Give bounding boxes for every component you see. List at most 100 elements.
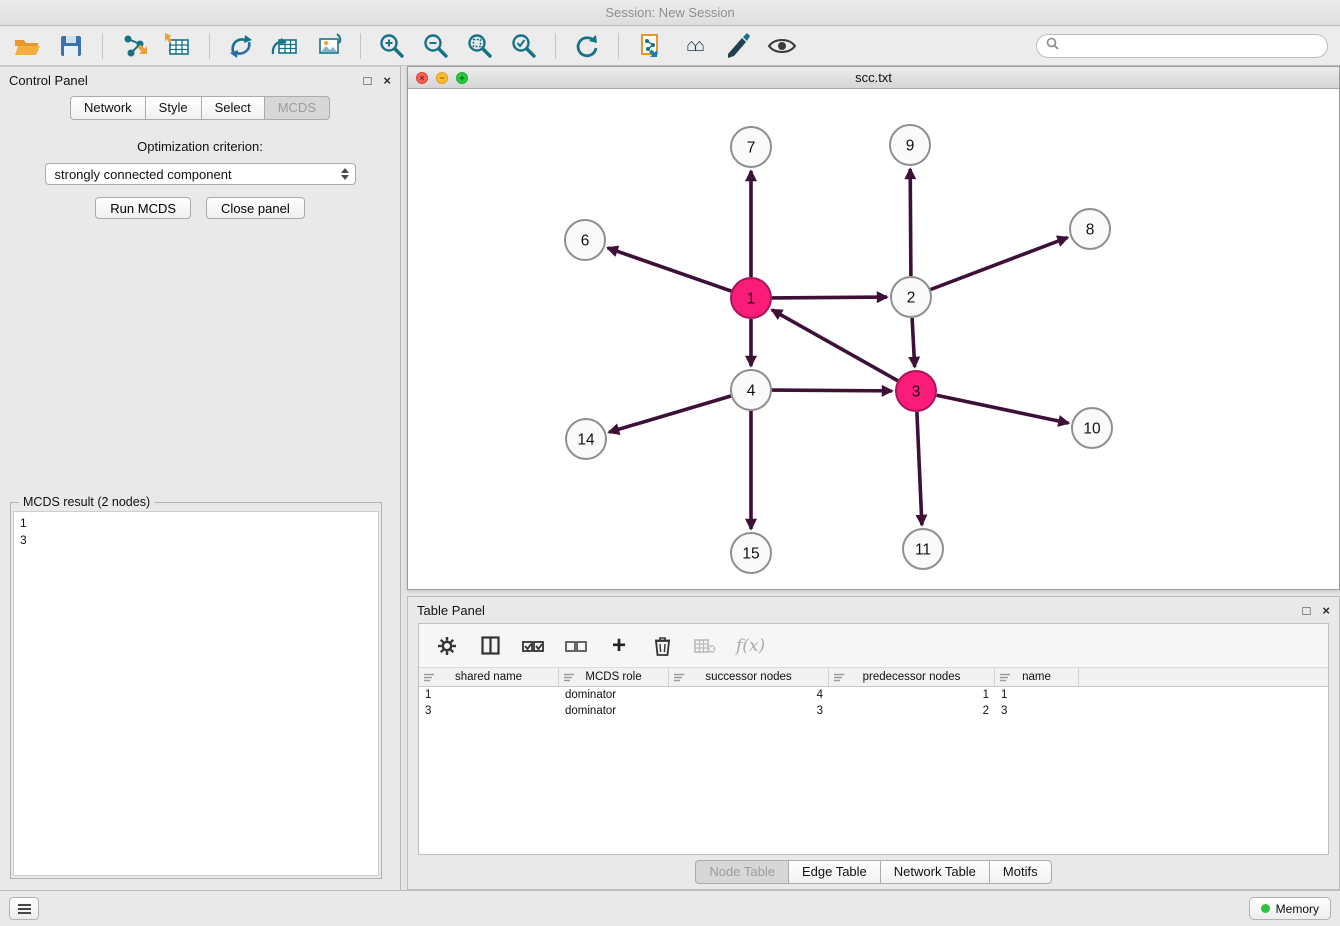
- table-body-panel: + f(x) shared nameMCDS rolesuccessor nod…: [418, 623, 1329, 855]
- network-window-title: scc.txt: [855, 70, 892, 85]
- tab-network[interactable]: Network: [70, 96, 146, 120]
- node-4[interactable]: 4: [731, 370, 771, 410]
- column-header-successor-nodes[interactable]: successor nodes: [669, 668, 829, 686]
- node-15[interactable]: 15: [731, 533, 771, 573]
- edge-4-14[interactable]: [609, 396, 731, 432]
- node-6[interactable]: 6: [565, 220, 605, 260]
- column-header-name[interactable]: name: [995, 668, 1079, 686]
- table-cell: 3: [419, 703, 559, 719]
- network-canvas[interactable]: 7 9 6 8 1 2 4 3 14 10 15 11: [408, 89, 1339, 589]
- new-table-icon[interactable]: [270, 31, 300, 61]
- node-7[interactable]: 7: [731, 127, 771, 167]
- tab-motifs[interactable]: Motifs: [990, 860, 1052, 884]
- node-14[interactable]: 14: [566, 419, 606, 459]
- edge-2-3[interactable]: [912, 318, 915, 367]
- close-panel-icon[interactable]: ×: [383, 74, 391, 87]
- table-row[interactable]: 3dominator323: [419, 703, 1328, 719]
- result-item: 3: [20, 532, 372, 549]
- export-image-icon[interactable]: [314, 31, 344, 61]
- refresh-icon[interactable]: [572, 31, 602, 61]
- node-8[interactable]: 8: [1070, 209, 1110, 249]
- table-settings-gear-icon[interactable]: [435, 634, 459, 658]
- eye-icon[interactable]: [767, 31, 797, 61]
- toolbar-separator: [618, 33, 619, 59]
- tab-select[interactable]: Select: [202, 96, 265, 120]
- close-panel-icon[interactable]: ×: [1322, 604, 1330, 617]
- table-cell: dominator: [559, 687, 669, 703]
- zoom-selected-icon[interactable]: [509, 31, 539, 61]
- search-input[interactable]: [1064, 38, 1318, 53]
- svg-text:15: 15: [742, 546, 759, 563]
- tab-edge-table[interactable]: Edge Table: [789, 860, 881, 884]
- edge-2-9[interactable]: [910, 169, 911, 276]
- node-9[interactable]: 9: [890, 125, 930, 165]
- import-network-icon[interactable]: [119, 31, 149, 61]
- window-zoom-icon[interactable]: +: [456, 72, 468, 84]
- edge-3-1[interactable]: [772, 310, 898, 381]
- table-row[interactable]: 1dominator411: [419, 687, 1328, 703]
- node-11[interactable]: 11: [903, 529, 943, 569]
- app-titlebar: Session: New Session: [0, 0, 1340, 26]
- zoom-in-icon[interactable]: [377, 31, 407, 61]
- svg-text:9: 9: [906, 138, 915, 155]
- table-cell: dominator: [559, 703, 669, 719]
- clone-network-icon[interactable]: [635, 31, 665, 61]
- open-session-icon[interactable]: [12, 31, 42, 61]
- add-column-icon[interactable]: +: [607, 634, 631, 658]
- close-panel-button[interactable]: Close panel: [206, 197, 305, 219]
- run-mcds-button[interactable]: Run MCDS: [95, 197, 191, 219]
- dropdown-stepper-icon: [341, 168, 349, 180]
- node-3[interactable]: 3: [896, 371, 936, 411]
- node-10[interactable]: 10: [1072, 408, 1112, 448]
- memory-indicator-icon: [1261, 904, 1270, 913]
- edge-1-6[interactable]: [608, 248, 732, 291]
- edge-4-3[interactable]: [772, 390, 892, 391]
- column-header-MCDS-role[interactable]: MCDS role: [559, 668, 669, 686]
- optimization-label: Optimization criterion:: [0, 139, 400, 154]
- main-toolbar: ⌂⌂: [0, 26, 1340, 66]
- new-network-icon[interactable]: [226, 31, 256, 61]
- tab-network-table[interactable]: Network Table: [881, 860, 990, 884]
- edge-3-11[interactable]: [917, 412, 922, 525]
- save-session-icon[interactable]: [56, 31, 86, 61]
- float-panel-icon[interactable]: □: [1303, 604, 1311, 617]
- delete-table-icon: [693, 634, 717, 658]
- search-box[interactable]: [1036, 34, 1328, 58]
- table-rows: 1dominator4113dominator323: [419, 687, 1328, 719]
- mcds-result-box: MCDS result (2 nodes) 13: [10, 495, 382, 879]
- table-cell: 1: [419, 687, 559, 703]
- sort-icon: [1000, 673, 1010, 682]
- memory-button[interactable]: Memory: [1249, 897, 1331, 920]
- optimization-dropdown[interactable]: strongly connected component: [45, 163, 356, 185]
- zoom-out-icon[interactable]: [421, 31, 451, 61]
- edge-3-10[interactable]: [937, 395, 1069, 423]
- edge-1-2[interactable]: [772, 297, 887, 298]
- toolbar-separator: [209, 33, 210, 59]
- edge-2-8[interactable]: [931, 238, 1068, 290]
- zoom-fit-icon[interactable]: [465, 31, 495, 61]
- float-panel-icon[interactable]: □: [364, 74, 372, 87]
- task-history-button[interactable]: [9, 897, 39, 920]
- column-header-predecessor-nodes[interactable]: predecessor nodes: [829, 668, 995, 686]
- mcds-result-list[interactable]: 13: [13, 511, 379, 876]
- node-1[interactable]: 1: [731, 278, 771, 318]
- tab-mcds[interactable]: MCDS: [265, 96, 330, 120]
- import-table-icon[interactable]: [163, 31, 193, 61]
- window-minimize-icon[interactable]: −: [436, 72, 448, 84]
- column-header-shared-name[interactable]: shared name: [419, 668, 559, 686]
- delete-column-trash-icon[interactable]: [650, 634, 674, 658]
- deselect-all-icon[interactable]: [564, 634, 588, 658]
- split-panel-icon[interactable]: [478, 634, 502, 658]
- svg-text:7: 7: [747, 140, 756, 157]
- control-panel: Control Panel □ × NetworkStyleSelectMCDS…: [0, 66, 401, 890]
- tab-node-table[interactable]: Node Table: [695, 860, 789, 884]
- tab-style[interactable]: Style: [146, 96, 202, 120]
- node-2[interactable]: 2: [891, 277, 931, 317]
- window-close-icon[interactable]: ×: [416, 72, 428, 84]
- svg-text:8: 8: [1086, 222, 1095, 239]
- home-layout-icon[interactable]: ⌂⌂: [679, 31, 709, 61]
- select-all-icon[interactable]: [521, 634, 545, 658]
- apply-style-icon[interactable]: [723, 31, 753, 61]
- network-window-titlebar[interactable]: × − + scc.txt: [408, 67, 1339, 89]
- table-cell: 3: [669, 703, 829, 719]
